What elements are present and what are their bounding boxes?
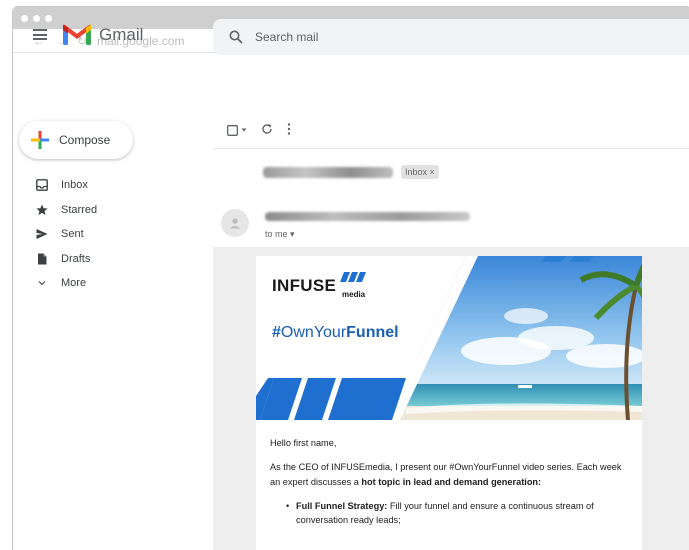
inbox-icon [35, 178, 49, 192]
person-icon [230, 218, 240, 229]
inbox-label-chip[interactable]: Inbox × [401, 165, 439, 179]
email-intro: As the CEO of INFUSEmedia, I present our… [270, 460, 628, 489]
hashtag-your: Your [313, 324, 347, 341]
recipient-dropdown[interactable]: to me ▾ [265, 229, 295, 240]
search-input[interactable]: Search mail [255, 30, 318, 44]
chevron-down-icon [35, 276, 49, 290]
email-subject-row: Inbox × [263, 165, 439, 179]
main-menu-icon[interactable] [33, 29, 47, 40]
compose-label: Compose [59, 133, 111, 147]
hashtag-funnel: Funnel [346, 324, 399, 341]
sidebar-nav: Inbox Starred Sent Drafts More [13, 173, 203, 296]
redacted-sender [265, 212, 470, 221]
compose-plus-icon [31, 131, 49, 149]
sidebar-item-label: More [61, 277, 87, 290]
gmail-logo[interactable]: Gmail [63, 24, 143, 45]
email-greeting: Hello first name, [270, 438, 337, 448]
send-icon [35, 227, 49, 241]
sender-avatar[interactable] [221, 209, 249, 237]
email-intro-bold: hot topic in lead and demand generation: [361, 476, 542, 487]
sidebar-item-label: Starred [61, 203, 98, 216]
redacted-subject [263, 166, 393, 178]
email-content-card: INFUSE media #OwnYourFunnel Hello first … [256, 256, 642, 550]
infuse-media-logo: INFUSE media [272, 276, 365, 299]
toolbar-divider [213, 148, 689, 149]
checkbox-icon[interactable] [227, 124, 247, 136]
sidebar-item-label: Drafts [61, 252, 91, 265]
hashtag-symbol: # [272, 324, 281, 341]
brand-subname: media [342, 290, 366, 299]
bullet-title: Full Funnel Strategy: [296, 500, 388, 511]
list-item: Full Funnel Strategy: Fill your funnel a… [286, 499, 628, 528]
sidebar-item-inbox[interactable]: Inbox [13, 173, 203, 198]
compose-button[interactable]: Compose [19, 121, 133, 159]
draft-icon [35, 252, 49, 266]
email-bullet-list: Full Funnel Strategy: Fill your funnel a… [270, 499, 628, 528]
sidebar-item-label: Inbox [61, 179, 88, 192]
sidebar-item-sent[interactable]: Sent [13, 222, 203, 247]
more-vert-icon[interactable] [287, 122, 291, 138]
window-minimize-dot[interactable] [33, 14, 40, 22]
brand-name: INFUSE [272, 276, 337, 295]
mail-toolbar [213, 115, 291, 145]
window-maximize-dot[interactable] [45, 14, 52, 22]
sidebar-item-drafts[interactable]: Drafts [13, 247, 203, 272]
gmail-m-icon [63, 24, 91, 45]
hashtag-headline: #OwnYourFunnel [272, 324, 399, 342]
refresh-icon[interactable] [261, 123, 273, 138]
sidebar-item-label: Sent [61, 228, 84, 241]
email-text: Hello first name, As the CEO of INFUSEme… [256, 420, 642, 527]
window-close-dot[interactable] [21, 14, 28, 22]
hashtag-own: Own [280, 324, 314, 341]
gmail-wordmark: Gmail [99, 24, 144, 44]
search-icon [229, 30, 243, 44]
email-banner: INFUSE media #OwnYourFunnel [256, 256, 642, 420]
star-icon [35, 203, 49, 217]
sidebar-item-more[interactable]: More [13, 271, 203, 296]
sidebar-item-starred[interactable]: Starred [13, 198, 203, 223]
search-bar[interactable]: Search mail [213, 19, 689, 55]
